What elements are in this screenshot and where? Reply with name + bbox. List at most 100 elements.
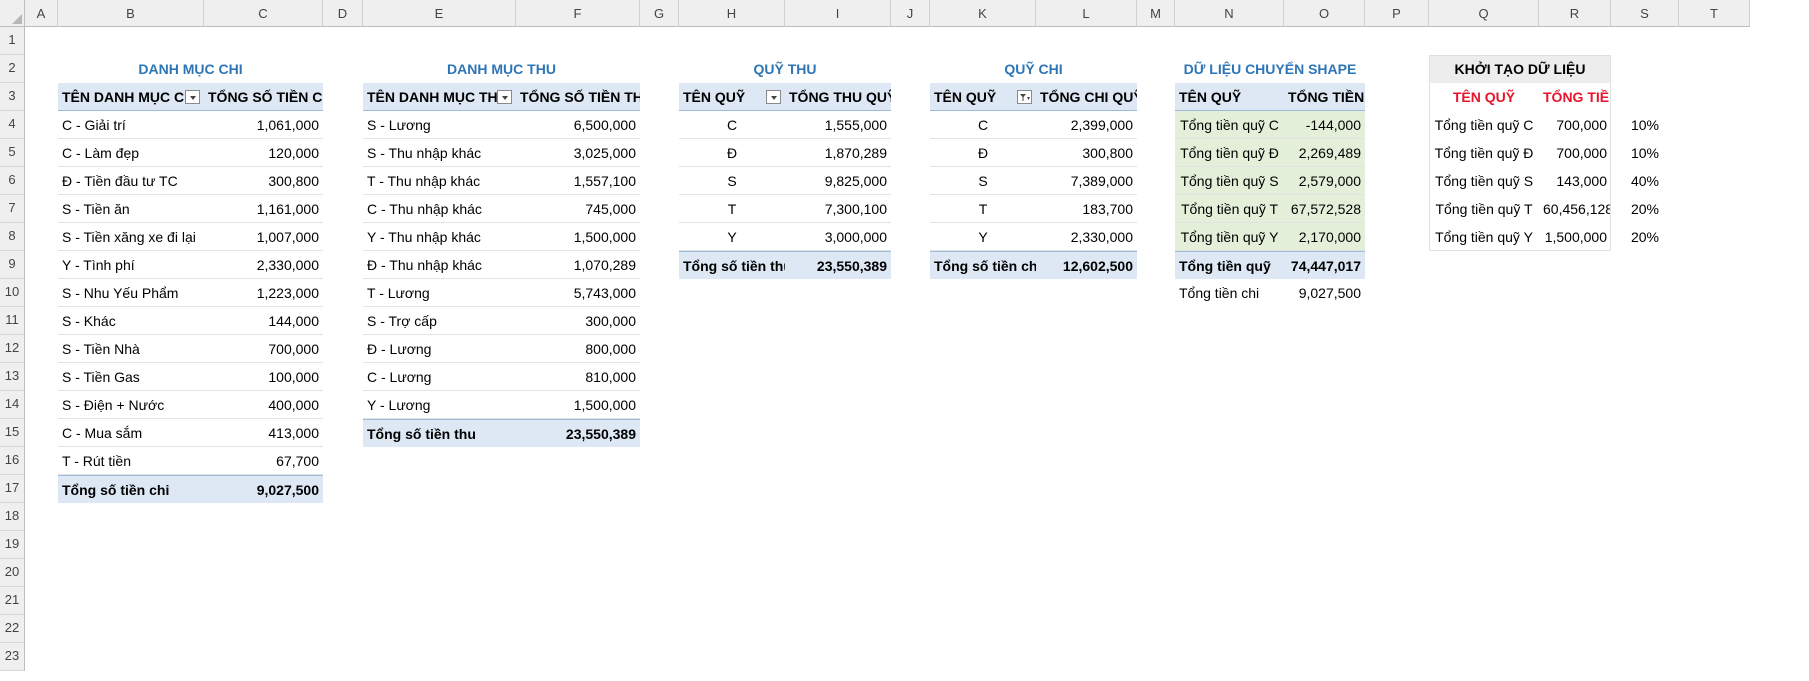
- quy_thu-row-value[interactable]: 1,555,000: [785, 111, 891, 139]
- du_lieu_chuyen_shape-total-value[interactable]: 74,447,017: [1284, 251, 1365, 279]
- column-header-Q[interactable]: Q: [1429, 0, 1539, 27]
- khoi_tao-row-value[interactable]: 700,000: [1539, 111, 1611, 139]
- row-header-22[interactable]: 22: [0, 615, 25, 643]
- quy_chi-row-value[interactable]: 300,800: [1036, 139, 1137, 167]
- filter-dropdown-icon[interactable]: [497, 90, 512, 104]
- quy_thu-total-label[interactable]: Tổng số tiền thu: [679, 251, 785, 279]
- danh_muc_thu-row-value[interactable]: 1,500,000: [516, 223, 640, 251]
- column-header-O[interactable]: O: [1284, 0, 1365, 27]
- danh_muc_thu-row-value[interactable]: 1,070,289: [516, 251, 640, 279]
- danh_muc_thu-total-label[interactable]: Tổng số tiền thu: [363, 419, 516, 447]
- danh_muc_chi-row-value[interactable]: 100,000: [204, 363, 323, 391]
- danh_muc_thu-total-value[interactable]: 23,550,389: [516, 419, 640, 447]
- du_lieu_chuyen_shape-row-value[interactable]: 2,269,489: [1284, 139, 1365, 167]
- danh_muc_chi-row-name[interactable]: C - Giải trí: [58, 111, 204, 139]
- quy_chi-row-name[interactable]: Y: [930, 223, 1036, 251]
- quy_thu-row-name[interactable]: Đ: [679, 139, 785, 167]
- danh_muc_chi-row-name[interactable]: S - Tiền Gas: [58, 363, 204, 391]
- danh_muc_thu-row-value[interactable]: 1,500,000: [516, 391, 640, 419]
- quy_chi-row-value[interactable]: 7,389,000: [1036, 167, 1137, 195]
- quy_thu-title[interactable]: QUỸ THU: [679, 55, 891, 83]
- danh_muc_chi-row-value[interactable]: 700,000: [204, 335, 323, 363]
- filter-dropdown-icon[interactable]: [766, 90, 781, 104]
- du_lieu_chuyen_shape-row-value[interactable]: 67,572,528: [1284, 195, 1365, 223]
- quy_thu-row-name[interactable]: T: [679, 195, 785, 223]
- quy_thu-row-value[interactable]: 7,300,100: [785, 195, 891, 223]
- row-header-12[interactable]: 12: [0, 335, 25, 363]
- column-header-P[interactable]: P: [1365, 0, 1429, 27]
- row-header-4[interactable]: 4: [0, 111, 25, 139]
- danh_muc_chi-row-value[interactable]: 300,800: [204, 167, 323, 195]
- row-header-21[interactable]: 21: [0, 587, 25, 615]
- danh_muc_chi-row-value[interactable]: 1,007,000: [204, 223, 323, 251]
- danh_muc_thu-row-name[interactable]: Y - Lương: [363, 391, 516, 419]
- danh_muc_chi-header-name[interactable]: TÊN DANH MỤC CHI: [58, 83, 204, 111]
- danh_muc_thu-row-name[interactable]: T - Lương: [363, 279, 516, 307]
- danh_muc_chi-row-name[interactable]: S - Tiền ăn: [58, 195, 204, 223]
- danh_muc_chi-row-value[interactable]: 400,000: [204, 391, 323, 419]
- du_lieu_chuyen_shape-row-value[interactable]: -144,000: [1284, 111, 1365, 139]
- column-header-D[interactable]: D: [323, 0, 363, 27]
- quy_thu-row-name[interactable]: S: [679, 167, 785, 195]
- row-header-16[interactable]: 16: [0, 447, 25, 475]
- column-header-A[interactable]: A: [25, 0, 58, 27]
- danh_muc_thu-row-value[interactable]: 3,025,000: [516, 139, 640, 167]
- danh_muc_thu-title[interactable]: DANH MỤC THU: [363, 55, 640, 83]
- row-header-2[interactable]: 2: [0, 55, 25, 83]
- danh_muc_chi-row-value[interactable]: 1,223,000: [204, 279, 323, 307]
- quy_thu-row-value[interactable]: 9,825,000: [785, 167, 891, 195]
- khoi_tao-header-value[interactable]: TỔNG TIỀN: [1539, 83, 1611, 111]
- row-header-8[interactable]: 8: [0, 223, 25, 251]
- du_lieu_chuyen_shape-title[interactable]: DỮ LIỆU CHUYỂN SHAPE: [1175, 55, 1365, 83]
- danh_muc_chi-row-value[interactable]: 120,000: [204, 139, 323, 167]
- quy_chi-row-name[interactable]: C: [930, 111, 1036, 139]
- danh_muc_thu-row-name[interactable]: C - Lương: [363, 363, 516, 391]
- filter-dropdown-icon[interactable]: [185, 90, 200, 104]
- row-header-9[interactable]: 9: [0, 251, 25, 279]
- danh_muc_thu-row-name[interactable]: Đ - Thu nhập khác: [363, 251, 516, 279]
- row-header-3[interactable]: 3: [0, 83, 25, 111]
- danh_muc_thu-row-value[interactable]: 745,000: [516, 195, 640, 223]
- danh_muc_thu-row-value[interactable]: 300,000: [516, 307, 640, 335]
- danh_muc_chi-title[interactable]: DANH MỤC CHI: [58, 55, 323, 83]
- quy_chi-row-value[interactable]: 2,330,000: [1036, 223, 1137, 251]
- danh_muc_thu-row-value[interactable]: 1,557,100: [516, 167, 640, 195]
- row-header-7[interactable]: 7: [0, 195, 25, 223]
- quy_thu-row-value[interactable]: 3,000,000: [785, 223, 891, 251]
- column-header-N[interactable]: N: [1175, 0, 1284, 27]
- row-header-14[interactable]: 14: [0, 391, 25, 419]
- du_lieu_chuyen_shape-row-name[interactable]: Tổng tiền quỹ C: [1175, 111, 1284, 139]
- khoi_tao-header-name[interactable]: TÊN QUỸ: [1429, 83, 1539, 111]
- row-header-5[interactable]: 5: [0, 139, 25, 167]
- quy_chi-row-value[interactable]: 183,700: [1036, 195, 1137, 223]
- danh_muc_chi-row-name[interactable]: T - Rút tiền: [58, 447, 204, 475]
- du_lieu_chuyen_shape-row-value[interactable]: 2,170,000: [1284, 223, 1365, 251]
- khoi_tao-row-name[interactable]: Tổng tiền quỹ S: [1429, 167, 1539, 195]
- danh_muc_chi-row-name[interactable]: S - Tiền xăng xe đi lại: [58, 223, 204, 251]
- danh_muc_chi-row-name[interactable]: C - Làm đẹp: [58, 139, 204, 167]
- quy_thu-row-name[interactable]: Y: [679, 223, 785, 251]
- danh_muc_thu-row-value[interactable]: 6,500,000: [516, 111, 640, 139]
- du_lieu_chuyen_shape-row-value[interactable]: 2,579,000: [1284, 167, 1365, 195]
- column-header-J[interactable]: J: [891, 0, 930, 27]
- du_lieu_chuyen_shape-row-name[interactable]: Tổng tiền quỹ S: [1175, 167, 1284, 195]
- danh_muc_chi-row-value[interactable]: 1,161,000: [204, 195, 323, 223]
- quy_chi-row-value[interactable]: 2,399,000: [1036, 111, 1137, 139]
- row-header-10[interactable]: 10: [0, 279, 25, 307]
- khoi_tao-row-name[interactable]: Tổng tiền quỹ Đ: [1429, 139, 1539, 167]
- column-header-L[interactable]: L: [1036, 0, 1137, 27]
- danh_muc_chi-row-name[interactable]: Đ - Tiền đầu tư TC: [58, 167, 204, 195]
- danh_muc_thu-header-value[interactable]: TỔNG SỐ TIỀN THU: [516, 83, 640, 111]
- du_lieu_chuyen_shape-row-name[interactable]: Tổng tiền quỹ T: [1175, 195, 1284, 223]
- danh_muc_chi-total-label[interactable]: Tổng số tiền chi: [58, 475, 204, 503]
- danh_muc_thu-row-name[interactable]: C - Thu nhập khác: [363, 195, 516, 223]
- khoi_tao-row-value[interactable]: 143,000: [1539, 167, 1611, 195]
- row-header-13[interactable]: 13: [0, 363, 25, 391]
- danh_muc_thu-row-name[interactable]: Y - Thu nhập khác: [363, 223, 516, 251]
- du_lieu_chuyen_shape-header-name[interactable]: TÊN QUỸ: [1175, 83, 1284, 111]
- column-header-E[interactable]: E: [363, 0, 516, 27]
- column-header-H[interactable]: H: [679, 0, 785, 27]
- row-header-19[interactable]: 19: [0, 531, 25, 559]
- danh_muc_thu-row-value[interactable]: 5,743,000: [516, 279, 640, 307]
- khoi_tao-row-percent[interactable]: 10%: [1611, 111, 1679, 139]
